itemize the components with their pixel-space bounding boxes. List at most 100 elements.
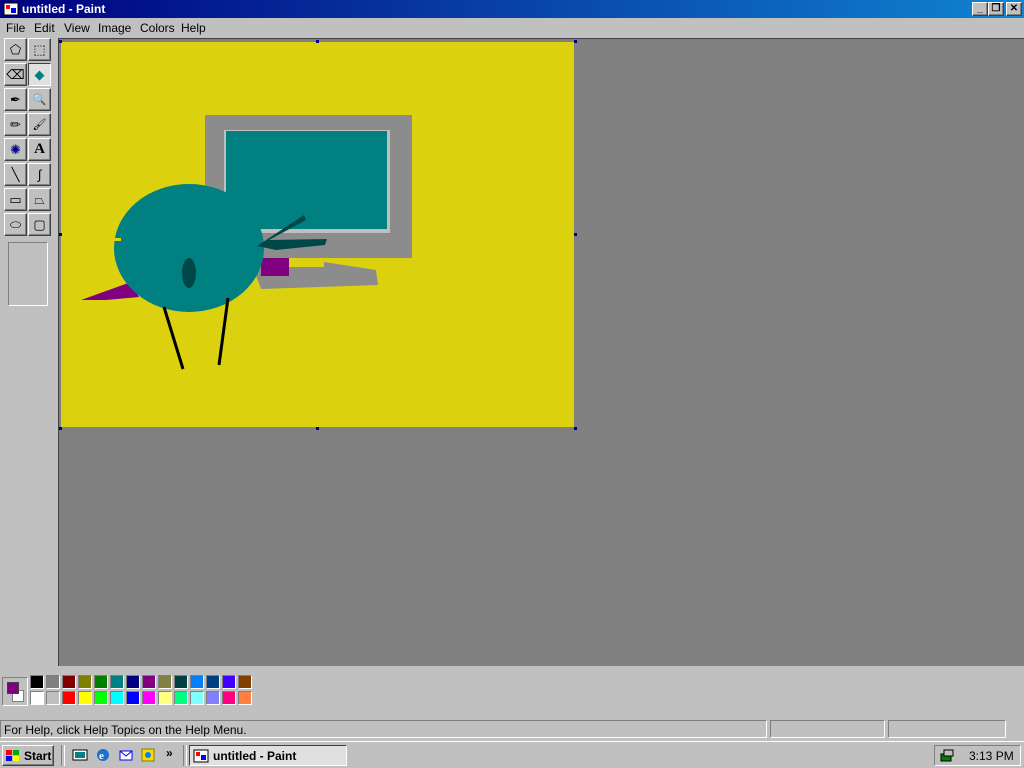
taskbar-separator [61,745,65,766]
internet-explorer-icon[interactable]: e [95,747,111,763]
canvas-drawing [81,115,412,370]
palette-swatch[interactable] [158,675,172,689]
svg-text:e: e [99,750,104,762]
eyedropper-icon: ✒ [10,91,21,107]
menu-edit[interactable]: Edit [34,21,55,35]
menu-view[interactable]: View [64,21,90,35]
bird-eye [182,258,196,288]
line-icon: ╲ [11,166,20,182]
bird-leg-left [162,306,185,370]
paint-app-icon[interactable] [3,1,19,17]
resize-handle-bl [59,427,62,430]
palette-swatch[interactable] [30,691,44,705]
status-bar: For Help, click Help Topics on the Help … [0,718,1024,740]
tool-options-box[interactable] [8,242,48,306]
resize-handle-bottom[interactable] [316,427,319,430]
palette-swatch[interactable] [46,691,60,705]
palette-swatch[interactable] [238,691,252,705]
polygon-icon: ⏢ [34,191,45,207]
select-tool[interactable]: ⬚ [28,38,51,61]
palette-swatch[interactable] [206,691,220,705]
rounded-rectangle-tool[interactable]: ▢ [28,213,51,236]
palette-swatch[interactable] [78,691,92,705]
palette-swatch[interactable] [62,675,76,689]
resize-handle-right[interactable] [574,233,577,236]
magnifier-tool[interactable]: 🔍 [28,88,51,111]
palette-swatch[interactable] [222,675,236,689]
rectangle-icon: ▭ [9,191,22,207]
palette-swatch[interactable] [126,691,140,705]
taskbar-paint-label: untitled - Paint [213,748,297,763]
polygon-tool[interactable]: ⏢ [28,188,51,211]
status-position [770,720,885,738]
close-button[interactable]: ✕ [1006,2,1022,16]
menu-help[interactable]: Help [181,21,206,35]
palette-swatch[interactable] [174,675,188,689]
resize-handle-tl [59,40,62,43]
menu-colors[interactable]: Colors [140,21,175,35]
curve-icon: ∫ [37,167,42,182]
airbrush-icon: ✺ [10,141,21,157]
tray-clock[interactable]: 3:13 PM [969,749,1014,763]
resize-handle-left [59,233,62,236]
channels-icon[interactable] [140,747,156,763]
start-button[interactable]: Start [2,745,54,766]
palette-swatch[interactable] [110,691,124,705]
pick-color-tool[interactable]: ✒ [4,88,27,111]
palette-swatch[interactable] [190,675,204,689]
palette-swatch[interactable] [238,675,252,689]
fill-tool[interactable]: ◆ [28,63,51,86]
status-help-text: For Help, click Help Topics on the Help … [0,720,767,738]
status-size [888,720,1006,738]
palette-swatch[interactable] [62,691,76,705]
palette-swatch[interactable] [78,675,92,689]
airbrush-tool[interactable]: ✺ [4,138,27,161]
free-form-select-tool[interactable]: ⬠ [4,38,27,61]
palette-swatch[interactable] [190,691,204,705]
menu-file[interactable]: File [6,21,25,35]
palette-swatch[interactable] [94,691,108,705]
rect-select-icon: ⬚ [33,41,46,57]
bird-body [114,184,264,312]
toolbox: ⬠ ⬚ ⌫ ◆ ✒ 🔍 ✏ 🖌 ✺ A ╲ ∫ ▭ ⏢ ⬭ ▢ [0,38,58,666]
curve-tool[interactable]: ∫ [28,163,51,186]
network-tray-icon[interactable] [939,748,955,764]
rounded-rect-icon: ▢ [33,216,46,232]
palette-swatch[interactable] [206,675,220,689]
menu-image[interactable]: Image [98,21,131,35]
palette-swatch[interactable] [94,675,108,689]
palette-swatch[interactable] [126,675,140,689]
taskbar-separator-2 [183,745,187,766]
palette-swatch[interactable] [174,691,188,705]
palette-swatch[interactable] [46,675,60,689]
brush-tool[interactable]: 🖌 [28,113,51,136]
ellipse-icon: ⬭ [9,216,22,232]
restore-button[interactable]: ❐ [988,2,1004,16]
current-colors-box [2,677,28,706]
taskbar-paint-button[interactable]: untitled - Paint [189,745,347,766]
minimize-button[interactable]: _ [972,2,988,16]
pencil-tool[interactable]: ✏ [4,113,27,136]
palette-swatch[interactable] [142,675,156,689]
resize-handle-br[interactable] [574,427,577,430]
palette-swatch[interactable] [222,691,236,705]
line-tool[interactable]: ╲ [4,163,27,186]
ellipse-tool[interactable]: ⬭ [4,213,27,236]
paint-bucket-icon: ◆ [34,66,45,82]
show-desktop-icon[interactable] [72,747,88,763]
eraser-icon: ⌫ [6,66,25,82]
windows-logo-icon [6,749,19,761]
quick-launch-chevron[interactable]: » [166,746,173,760]
pencil-icon: ✏ [10,116,21,132]
palette-swatch[interactable] [110,675,124,689]
text-a-icon: A [34,141,45,157]
title-bar[interactable]: untitled - Paint _ ❐ ✕ [0,0,1024,18]
palette-swatch[interactable] [158,691,172,705]
text-tool[interactable]: A [28,138,51,161]
rectangle-tool[interactable]: ▭ [4,188,27,211]
outlook-express-icon[interactable] [118,747,134,763]
palette-swatch[interactable] [142,691,156,705]
drawing-canvas[interactable] [61,42,574,427]
eraser-tool[interactable]: ⌫ [4,63,27,86]
palette-swatch[interactable] [30,675,44,689]
